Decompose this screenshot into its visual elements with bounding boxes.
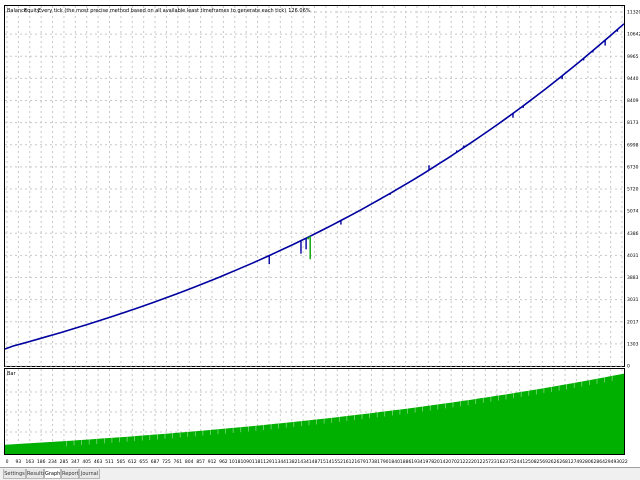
deposit-load-label: Bar xyxy=(7,371,16,377)
legend-test-mode: Every tick (the most precise method base… xyxy=(38,8,311,14)
y-tick-label: 9440 xyxy=(627,76,639,82)
x-tick-label: 0 xyxy=(6,459,9,465)
x-tick-label: 2949 xyxy=(605,459,617,465)
x-tick-label: 1552 xyxy=(332,459,344,465)
x-tick-label: 2864 xyxy=(593,459,605,465)
x-tick-label: 1679 xyxy=(354,459,366,465)
x-tick-label: 2626 xyxy=(548,459,560,465)
balance-panel-grid xyxy=(5,6,624,367)
x-tick-label: 1434 xyxy=(297,459,309,465)
y-tick-label: 11320 xyxy=(627,10,640,16)
x-tick-label: 725 xyxy=(162,459,171,465)
x-tick-label: 1612 xyxy=(343,459,355,465)
tab-report[interactable]: Report xyxy=(61,469,79,479)
y-tick-label: 8409 xyxy=(627,98,639,104)
tab-settings[interactable]: Settings xyxy=(3,469,26,479)
x-tick-label: 2806 xyxy=(582,459,594,465)
x-tick-label: 1382 xyxy=(286,459,298,465)
x-tick-label: 962 xyxy=(219,459,228,465)
x-tick-label: 2014 xyxy=(434,459,446,465)
y-tick-label: 0 xyxy=(627,364,630,370)
tab-results[interactable]: Results xyxy=(26,469,45,479)
x-tick-label: 857 xyxy=(196,459,205,465)
x-tick-label: 285 xyxy=(60,459,69,465)
x-tick-label: 1978 xyxy=(423,459,435,465)
y-tick-label: 6998 xyxy=(627,142,639,148)
y-tick-label: 1303 xyxy=(627,341,639,347)
x-tick-label: 347 xyxy=(71,459,80,465)
x-tick-label: 2681 xyxy=(559,459,571,465)
x-tick-label: 234 xyxy=(48,459,57,465)
y-tick-label: 4031 xyxy=(627,253,639,259)
x-tick-label: 1090 xyxy=(240,459,252,465)
x-tick-label: 1487 xyxy=(309,459,321,465)
y-tick-label: 5074 xyxy=(627,209,639,215)
tab-journal[interactable]: Journal xyxy=(79,469,100,479)
x-tick-label: 463 xyxy=(94,459,103,465)
x-tick-label: 2201 xyxy=(468,459,480,465)
x-tick-label: 2070 xyxy=(445,459,457,465)
x-tick-label: 93 xyxy=(16,459,22,465)
x-tick-label: 761 xyxy=(174,459,183,465)
x-tick-label: 163 xyxy=(25,459,34,465)
balance-y-axis: 11320 10642 9965 9440 8409 8173 6998 6730 5720 50… xyxy=(627,10,640,370)
x-tick-label: 2569 xyxy=(537,459,549,465)
x-tick-label: 2122 xyxy=(457,459,469,465)
x-tick-label: 2257 xyxy=(480,459,492,465)
x-tick-label: 2749 xyxy=(571,459,583,465)
x-tick-label: 1790 xyxy=(377,459,389,465)
x-tick-label: 687 xyxy=(151,459,160,465)
y-tick-label: 3031 xyxy=(627,297,639,303)
chart-legend: Balance Equity Every tick (the most prec… xyxy=(7,8,311,14)
x-tick-label: 2441 xyxy=(514,459,526,465)
x-axis-labels: 0 93 163 186 234 285 347 405 463 511 565 612 655 687 7… xyxy=(6,459,628,465)
y-tick-label: 3883 xyxy=(627,275,639,281)
x-tick-label: 186 xyxy=(37,459,46,465)
y-tick-label: 6730 xyxy=(627,164,639,170)
x-tick-label: 565 xyxy=(117,459,126,465)
x-tick-label: 804 xyxy=(185,459,194,465)
x-tick-label: 405 xyxy=(82,459,91,465)
x-tick-label: 511 xyxy=(105,459,114,465)
x-tick-label: 1934 xyxy=(411,459,423,465)
y-tick-label: 10642 xyxy=(627,32,640,38)
x-tick-label: 1514 xyxy=(320,459,332,465)
x-tick-label: 1018 xyxy=(229,459,241,465)
x-tick-label: 1181 xyxy=(252,459,264,465)
strategy-tester-graph: 11320 10642 9965 9440 8409 8173 6998 6730 5720 50… xyxy=(0,0,640,467)
y-tick-label: 4386 xyxy=(627,231,639,237)
tab-graph[interactable]: Graph xyxy=(44,469,61,479)
x-tick-label: 655 xyxy=(139,459,148,465)
x-tick-label: 3022 xyxy=(616,459,628,465)
x-tick-label: 1886 xyxy=(400,459,412,465)
y-tick-label: 5720 xyxy=(627,187,639,193)
x-tick-label: 1840 xyxy=(388,459,400,465)
x-tick-label: 912 xyxy=(208,459,217,465)
x-tick-label: 1738 xyxy=(366,459,378,465)
tester-tab-bar: Settings Results Graph Report Journal xyxy=(0,467,640,480)
x-tick-label: 2375 xyxy=(502,459,514,465)
x-tick-label: 2316 xyxy=(491,459,503,465)
x-tick-label: 1291 xyxy=(263,459,275,465)
x-tick-label: 612 xyxy=(128,459,137,465)
balance-equity-chart: 11320 10642 9965 9440 8409 8173 6998 6730 5720 50… xyxy=(4,5,640,465)
y-tick-label: 9965 xyxy=(627,54,639,60)
x-tick-label: 2508 xyxy=(525,459,537,465)
y-tick-label: 8173 xyxy=(627,120,639,126)
y-tick-label: 2017 xyxy=(627,319,639,325)
x-tick-label: 1344 xyxy=(275,459,287,465)
